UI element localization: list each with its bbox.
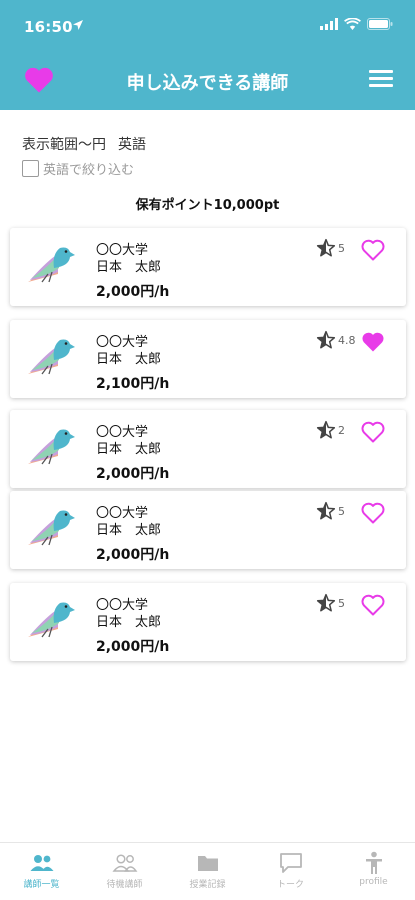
tutor-name: 日本 太郎 <box>96 615 162 630</box>
location-arrow-icon <box>73 20 83 30</box>
cellular-signal-icon <box>320 18 338 30</box>
star-icon <box>316 238 336 257</box>
language-filter-checkbox[interactable]: 英語で絞り込む <box>22 159 134 178</box>
navigation-bar: 申し込みできる講師 <box>0 56 415 106</box>
favorite-heart-icon[interactable] <box>361 594 385 616</box>
group-icon <box>111 854 137 872</box>
favorite-heart-icon[interactable] <box>361 502 385 524</box>
tab-label: 待機講師 <box>106 880 143 890</box>
bottom-tab-bar: 講師一覧 待機講師 授業記録 トーク profile <box>0 842 415 900</box>
tab-label: 授業記録 <box>189 880 226 890</box>
bird-avatar-icon <box>28 510 75 546</box>
person-icon <box>365 851 382 874</box>
tutor-card[interactable]: 〇〇大学 日本 太郎 2,000円/h 5 <box>10 583 406 661</box>
tab-waiting-tutors[interactable]: 待機講師 <box>83 851 166 890</box>
rating-value: 5 <box>338 596 345 610</box>
tab-tutor-list[interactable]: 講師一覧 <box>0 851 83 890</box>
star-icon <box>316 593 336 612</box>
rating-value: 5 <box>338 504 345 518</box>
tutor-price: 2,000円/h <box>96 547 170 563</box>
tutor-name: 日本 太郎 <box>96 523 162 538</box>
rating-value: 5 <box>338 241 345 255</box>
tab-lesson-records[interactable]: 授業記録 <box>166 851 249 890</box>
tutor-rating: 5 <box>316 501 345 521</box>
price-range-label: 表示範囲〜円 <box>22 137 106 153</box>
app-header: 16:50 申し込みできる講師 <box>0 0 415 110</box>
favorite-heart-icon[interactable] <box>361 239 385 261</box>
tab-profile[interactable]: profile <box>332 851 415 887</box>
chat-icon <box>279 853 302 873</box>
star-icon <box>316 420 336 439</box>
tutor-rating: 5 <box>316 593 345 613</box>
page-title: 申し込みできる講師 <box>126 73 289 94</box>
tutor-price: 2,000円/h <box>96 639 170 655</box>
tutor-card[interactable]: 〇〇大学 日本 太郎 2,100円/h 4.8 <box>10 320 406 398</box>
points-balance: 保有ポイント10,000pt <box>135 198 280 213</box>
wifi-icon <box>344 18 361 30</box>
checkbox[interactable] <box>22 160 39 177</box>
tutor-name: 日本 太郎 <box>96 260 162 275</box>
tab-label: トーク <box>276 880 304 890</box>
star-icon <box>316 330 336 349</box>
tutor-card[interactable]: 〇〇大学 日本 太郎 2,000円/h 5 <box>10 228 406 306</box>
users-icon <box>30 855 53 871</box>
tutor-card[interactable]: 〇〇大学 日本 太郎 2,000円/h 2 <box>10 410 406 488</box>
tutor-price: 2,100円/h <box>96 376 170 392</box>
tutor-rating: 5 <box>316 238 345 258</box>
folder-icon <box>197 856 218 871</box>
status-time: 16:50 <box>24 18 73 36</box>
tutor-rating: 4.8 <box>316 330 356 350</box>
bird-avatar-icon <box>28 247 75 283</box>
bird-avatar-icon <box>28 339 75 375</box>
status-icons <box>320 18 393 30</box>
rating-value: 2 <box>338 423 345 437</box>
tutor-card[interactable]: 〇〇大学 日本 太郎 2,000円/h 5 <box>10 491 406 569</box>
bird-avatar-icon <box>28 602 75 638</box>
star-icon <box>316 501 336 520</box>
filter-summary: 表示範囲〜円 英語 <box>22 134 146 154</box>
tutor-name: 日本 太郎 <box>96 442 162 457</box>
tab-label: 講師一覧 <box>23 880 60 890</box>
rating-value: 4.8 <box>338 333 356 347</box>
tab-talk[interactable]: トーク <box>249 851 332 890</box>
bird-avatar-icon <box>28 429 75 465</box>
battery-icon <box>367 18 393 30</box>
tutor-price: 2,000円/h <box>96 284 170 300</box>
checkbox-label: 英語で絞り込む <box>43 163 135 178</box>
tutor-name: 日本 太郎 <box>96 352 162 367</box>
tab-label: profile <box>359 877 388 887</box>
language-label: 英語 <box>118 137 146 153</box>
favorite-heart-icon[interactable] <box>361 421 385 443</box>
tutor-rating: 2 <box>316 420 345 440</box>
hamburger-menu-icon[interactable] <box>369 70 393 88</box>
favorite-heart-icon[interactable] <box>361 331 385 353</box>
tutor-price: 2,000円/h <box>96 466 170 482</box>
status-bar: 16:50 <box>0 0 415 46</box>
